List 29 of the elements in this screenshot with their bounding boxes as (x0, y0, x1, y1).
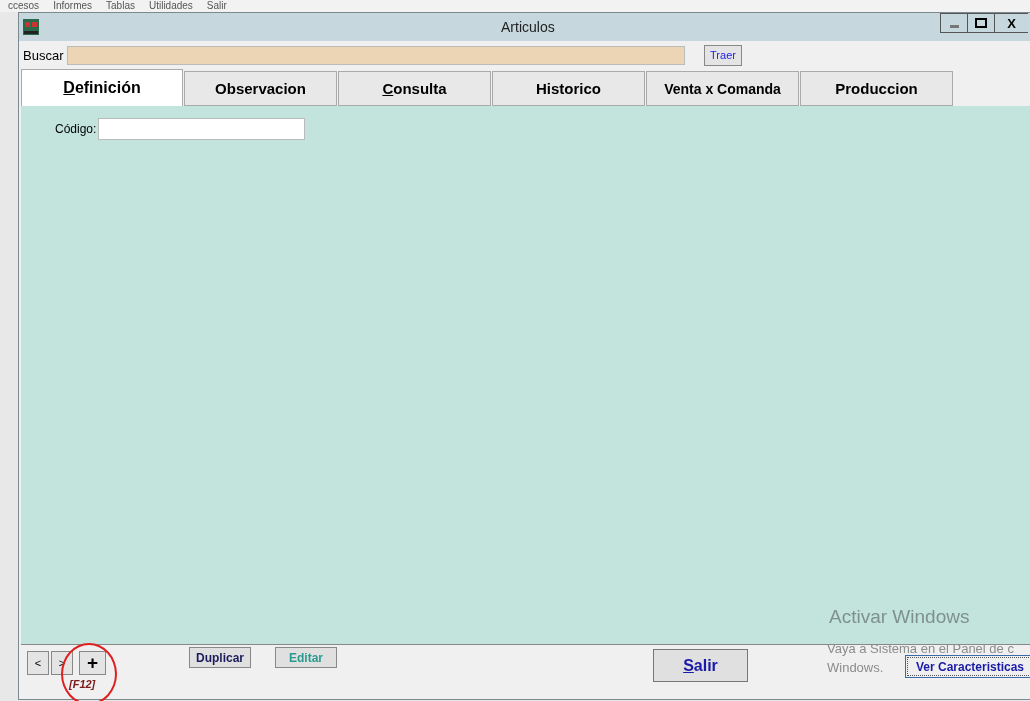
menu-item[interactable]: Informes (53, 0, 93, 11)
tab[interactable]: Historico (492, 71, 645, 106)
input-field[interactable] (98, 118, 306, 140)
nav-button[interactable]: + (79, 651, 106, 675)
maximize-button[interactable] (967, 13, 995, 33)
fetch-button[interactable]: Traer (704, 44, 742, 66)
activation-notice-text: Windows. (827, 659, 884, 677)
window-title: Articulos (501, 19, 555, 35)
close-button[interactable]: X (994, 13, 1028, 33)
menu-item[interactable]: ccesos (8, 0, 40, 11)
minimize-button[interactable] (940, 13, 968, 33)
tab[interactable]: Definición (21, 69, 183, 106)
tab[interactable]: Observacion (184, 71, 337, 106)
menu-item[interactable]: Utilidades (148, 0, 193, 11)
tab[interactable]: Produccion (800, 71, 953, 106)
nav-button[interactable]: < (27, 651, 49, 675)
shortcut-label: [F12] (69, 678, 97, 690)
search-label: Buscar (23, 47, 65, 63)
exit-button[interactable]: Salir (653, 649, 748, 682)
field-label: Código: (55, 122, 97, 136)
app-icon (23, 19, 39, 35)
action-button[interactable]: Duplicar (189, 647, 251, 668)
tab[interactable]: Consulta (338, 71, 491, 106)
menu-item[interactable]: Tablas (106, 0, 135, 11)
menu-item[interactable]: Salir (206, 0, 227, 11)
search-field[interactable] (67, 45, 685, 65)
details-button[interactable]: Ver Caracteristicas (905, 655, 1030, 678)
activation-notice-title: Activar Windows (829, 606, 970, 628)
tab[interactable]: Venta x Comanda (646, 71, 799, 106)
